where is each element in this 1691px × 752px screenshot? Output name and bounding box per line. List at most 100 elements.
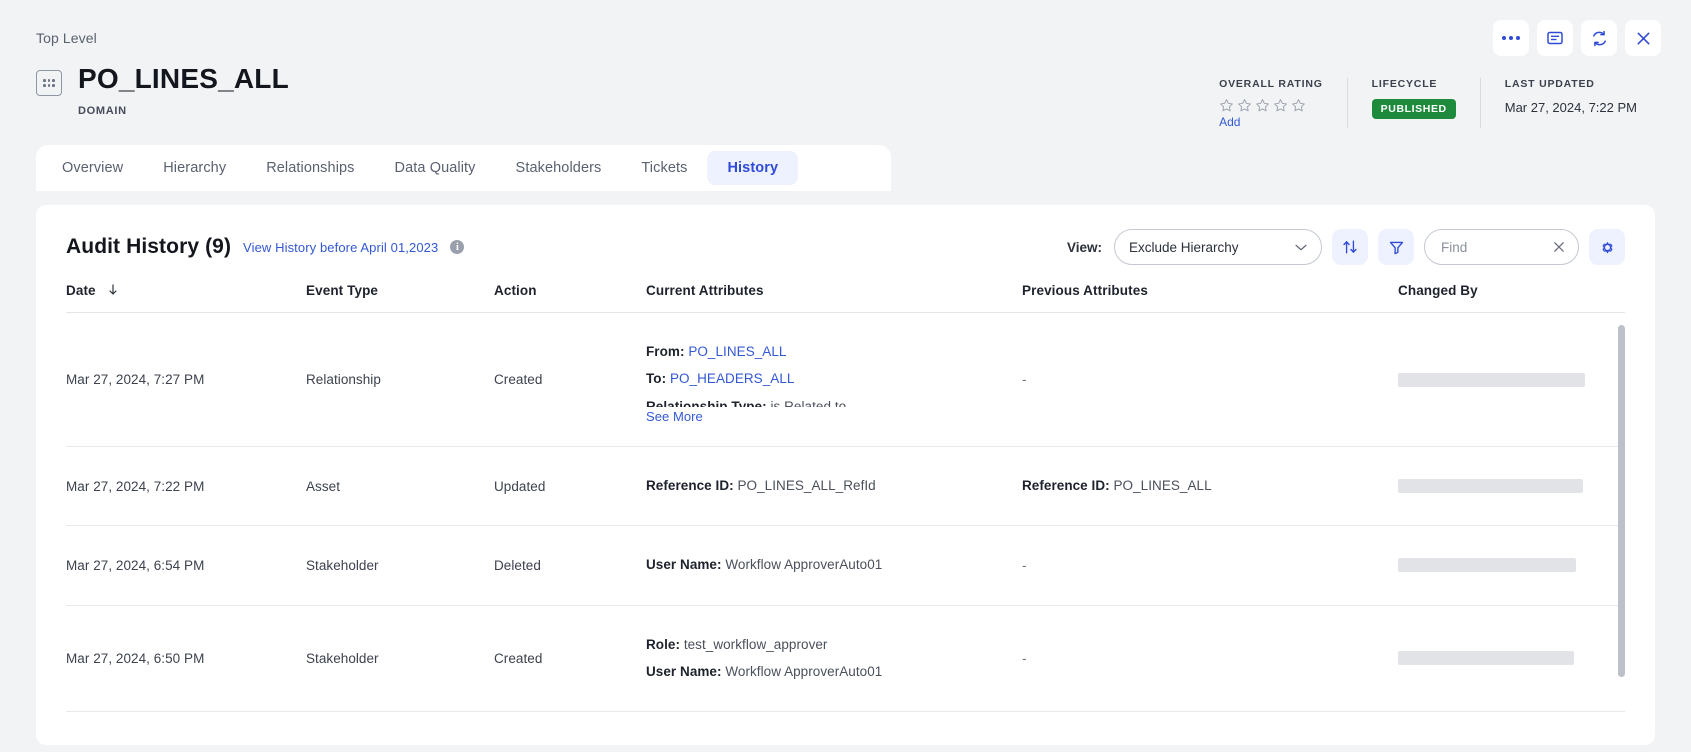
comment-icon bbox=[1547, 31, 1563, 45]
ellipsis-icon bbox=[1502, 36, 1520, 40]
table-row[interactable]: Mar 27, 2024, 6:54 PM Stakeholder Deleted U… bbox=[66, 525, 1625, 606]
cell-event-type: Stakeholder bbox=[306, 605, 494, 712]
star-icon[interactable] bbox=[1291, 98, 1306, 113]
column-header-action[interactable]: Action bbox=[494, 283, 646, 313]
attribute-line: User Name: Workflow ApproverAuto01 bbox=[646, 662, 1022, 682]
cell-current-attributes: From: PO_LINES_ALL To: PO_HEADERS_ALL Rela… bbox=[646, 312, 1022, 447]
column-header-previous-attributes[interactable]: Previous Attributes bbox=[1022, 283, 1398, 313]
page-title: PO_LINES_ALL bbox=[78, 63, 289, 94]
tab-data-quality[interactable]: Data Quality bbox=[375, 151, 496, 185]
cell-event-type: Relationship bbox=[306, 312, 494, 447]
cell-date: Mar 27, 2024, 7:27 PM bbox=[66, 312, 306, 447]
attribute-value: is Related to bbox=[770, 398, 847, 408]
attribute-stack: Role: test_workflow_approver User Name: W… bbox=[646, 635, 1022, 683]
column-header-changed-by[interactable]: Changed By bbox=[1398, 283, 1625, 313]
attribute-stack: Reference ID: PO_LINES_ALL_RefId bbox=[646, 476, 1022, 496]
rating-stars[interactable] bbox=[1219, 98, 1323, 113]
tab-relationships[interactable]: Relationships bbox=[246, 151, 374, 185]
asset-type-label: DOMAIN bbox=[78, 104, 127, 117]
tab-history[interactable]: History bbox=[707, 151, 799, 185]
redacted-user bbox=[1398, 558, 1576, 573]
attribute-key: Reference ID: bbox=[1022, 478, 1110, 493]
table-header-row: Date Event Type Action Current Attribute… bbox=[66, 283, 1625, 313]
cell-event-type: Asset bbox=[306, 446, 494, 527]
table-row[interactable]: Mar 27, 2024, 6:50 PM Stakeholder Created R… bbox=[66, 605, 1625, 712]
attribute-key: Role: bbox=[646, 636, 680, 652]
star-icon[interactable] bbox=[1273, 98, 1288, 113]
tab-hierarchy[interactable]: Hierarchy bbox=[143, 151, 246, 185]
table-row[interactable]: Mar 27, 2024, 7:27 PM Relationship Created… bbox=[66, 312, 1625, 447]
vertical-scrollbar-thumb[interactable] bbox=[1618, 325, 1625, 677]
cell-previous-attributes: - bbox=[1022, 605, 1398, 712]
cell-date: Mar 27, 2024, 6:49 PM bbox=[66, 711, 306, 723]
sort-button[interactable] bbox=[1332, 229, 1368, 265]
attribute-value[interactable]: PO_LINES_ALL bbox=[688, 344, 786, 359]
view-label: View: bbox=[1066, 239, 1102, 255]
settings-button[interactable] bbox=[1589, 229, 1625, 265]
column-header-date[interactable]: Date bbox=[66, 283, 306, 313]
cell-date: Mar 27, 2024, 7:22 PM bbox=[66, 446, 306, 527]
status-badge: PUBLISHED bbox=[1371, 99, 1456, 119]
cell-date: Mar 27, 2024, 6:50 PM bbox=[66, 605, 306, 712]
tab-tickets[interactable]: Tickets bbox=[621, 151, 707, 185]
attribute-line: Role: test_workflow_approver bbox=[646, 635, 1022, 655]
view-select[interactable]: Exclude Hierarchy bbox=[1114, 229, 1322, 265]
cell-date: Mar 27, 2024, 6:54 PM bbox=[66, 525, 306, 606]
tab-stakeholders[interactable]: Stakeholders bbox=[496, 151, 622, 185]
audit-history-table: Date Event Type Action Current Attribute… bbox=[66, 283, 1625, 723]
search-input[interactable] bbox=[1441, 239, 1546, 255]
cell-current-attributes: Role: test_workflow_approver User Name: W… bbox=[646, 605, 1022, 712]
refresh-button[interactable] bbox=[1581, 20, 1617, 56]
cell-action: Deleted bbox=[494, 525, 646, 606]
attribute-value: PO_LINES_ALL_RefId bbox=[737, 478, 876, 493]
cell-changed-by bbox=[1398, 711, 1625, 723]
window-actions bbox=[1493, 20, 1661, 56]
column-header-current-attributes[interactable]: Current Attributes bbox=[646, 283, 1022, 313]
view-history-before-link[interactable]: View History before April 01,2023 bbox=[243, 240, 438, 255]
add-rating-link[interactable]: Add bbox=[1219, 115, 1323, 129]
domain-grid-icon bbox=[36, 70, 62, 96]
cell-current-attributes: Role: test_workflow_approverUser Name: W… bbox=[646, 711, 1022, 723]
column-header-date-label: Date bbox=[66, 283, 96, 298]
redacted-user bbox=[1398, 372, 1585, 387]
overall-rating-cell: OVERALL RATING Add bbox=[1195, 78, 1347, 129]
attribute-key: User Name: bbox=[646, 557, 722, 573]
filter-button[interactable] bbox=[1378, 229, 1414, 265]
star-icon[interactable] bbox=[1237, 98, 1252, 113]
table-row[interactable]: Mar 27, 2024, 7:22 PM Asset Updated Referen… bbox=[66, 446, 1625, 527]
more-options-button[interactable] bbox=[1493, 20, 1529, 56]
star-icon[interactable] bbox=[1255, 98, 1270, 113]
column-header-event-type[interactable]: Event Type bbox=[306, 283, 494, 313]
attribute-key: To: bbox=[646, 371, 667, 387]
info-icon[interactable]: i bbox=[450, 240, 465, 254]
see-more-link[interactable]: See More bbox=[646, 409, 703, 424]
comments-button[interactable] bbox=[1537, 20, 1573, 56]
clear-icon[interactable] bbox=[1552, 240, 1566, 254]
empty-value: - bbox=[1022, 650, 1027, 666]
attribute-key: Reference ID: bbox=[646, 478, 734, 493]
empty-value: - bbox=[1022, 557, 1027, 573]
close-button[interactable] bbox=[1625, 20, 1661, 56]
last-updated-value: Mar 27, 2024, 7:22 PM bbox=[1504, 100, 1637, 115]
attribute-line: From: PO_LINES_ALL bbox=[646, 342, 1022, 362]
attribute-value: test_workflow_approver bbox=[683, 636, 828, 652]
star-icon[interactable] bbox=[1219, 98, 1234, 113]
cell-previous-attributes: - bbox=[1022, 711, 1398, 723]
cell-event-type: Stakeholder bbox=[306, 525, 494, 606]
panel-toolbar: Audit History (9) View History before Ap… bbox=[36, 205, 1655, 273]
find-field[interactable] bbox=[1424, 229, 1579, 265]
cell-previous-attributes: - bbox=[1022, 312, 1398, 447]
attribute-stack: From: PO_LINES_ALL To: PO_HEADERS_ALL Rela… bbox=[646, 335, 1022, 407]
attribute-stack: User Name: Workflow ApproverAuto01 bbox=[646, 555, 1022, 575]
redacted-user bbox=[1398, 479, 1583, 494]
table-row[interactable]: Mar 27, 2024, 6:49 PMStakeholderCreatedR… bbox=[66, 711, 1625, 723]
attribute-key: Relationship Type: bbox=[646, 398, 767, 408]
tab-overview[interactable]: Overview bbox=[42, 151, 143, 185]
attribute-value[interactable]: PO_HEADERS_ALL bbox=[670, 371, 795, 386]
audit-table-scroll[interactable]: Date Event Type Action Current Attribute… bbox=[66, 283, 1625, 723]
breadcrumb[interactable]: Top Level bbox=[36, 0, 1655, 46]
attribute-value: PO_LINES_ALL bbox=[1113, 478, 1212, 493]
lifecycle-cell: LIFECYCLE PUBLISHED bbox=[1346, 78, 1480, 128]
last-updated-cell: LAST UPDATED Mar 27, 2024, 7:22 PM bbox=[1479, 78, 1661, 128]
cell-changed-by bbox=[1398, 525, 1625, 606]
